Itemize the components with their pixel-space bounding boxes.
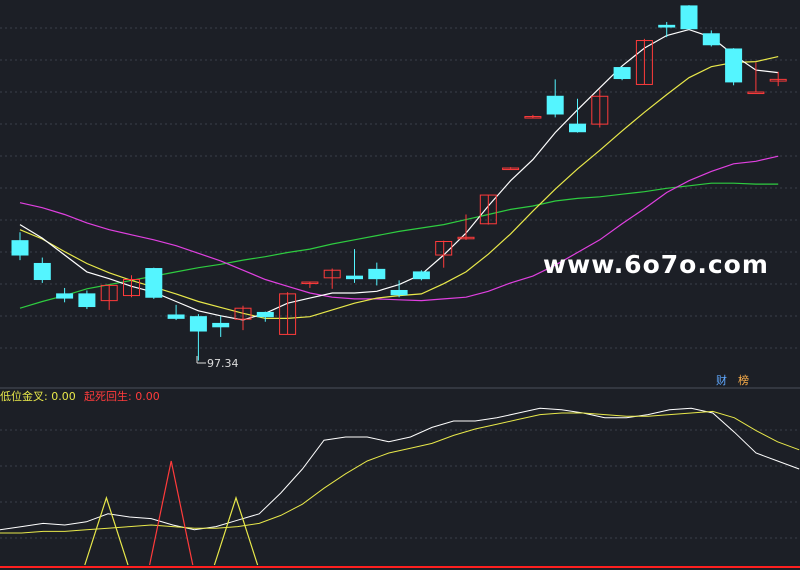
candle (591, 89, 609, 128)
candle-body (368, 268, 386, 280)
candle (78, 290, 96, 310)
candle-body (613, 67, 631, 80)
svg-text:起死回生: 0.00: 起死回生: 0.00 (84, 389, 160, 403)
candle (702, 30, 720, 47)
low-marker: 97.34 (196, 356, 239, 370)
signal-triangle (149, 460, 194, 566)
candle-body (569, 123, 586, 133)
candle (212, 315, 230, 337)
candle-body (680, 5, 698, 30)
candle-body (56, 293, 74, 299)
candle-body (702, 33, 720, 46)
candle (323, 268, 341, 289)
watermark-text: www.6o7o.com (543, 250, 769, 279)
indicator-lines (0, 407, 800, 534)
candle (613, 66, 631, 81)
candle (56, 287, 74, 303)
candle-body (145, 268, 163, 298)
signal-triangle (213, 495, 259, 566)
low-price-label: 97.34 (207, 357, 239, 370)
candle-body (256, 311, 274, 318)
candle (11, 232, 29, 261)
indicator-grid (0, 429, 800, 539)
candle-body (658, 24, 676, 28)
candle-body (189, 316, 207, 332)
svg-text:低位金叉: 0.00: 低位金叉: 0.00 (0, 389, 76, 403)
candle (346, 249, 363, 283)
candle (747, 62, 765, 95)
indicator-line-yellow (0, 410, 800, 534)
badge-cai[interactable]: 财 (716, 373, 727, 387)
candle-body (725, 48, 743, 83)
candle-body (167, 314, 185, 319)
candle (368, 262, 386, 286)
badge-bang[interactable]: 榜 (738, 373, 749, 387)
candle-body (33, 262, 51, 281)
candle (279, 292, 297, 335)
candle (769, 71, 787, 87)
candle (502, 167, 520, 171)
indicator-label1-value: 0.00 (51, 390, 76, 403)
candle-body (11, 240, 29, 256)
candle-body (78, 293, 96, 308)
candle (725, 48, 743, 86)
candle (412, 270, 430, 281)
candle-body (390, 289, 408, 296)
candle (189, 314, 207, 361)
indicator-label1-name: 低位金叉 (0, 389, 44, 403)
candle (546, 79, 564, 118)
candle (33, 257, 51, 283)
candle-body (412, 271, 430, 280)
candle-body (546, 95, 564, 115)
candle (524, 114, 542, 119)
signal-triangle (84, 495, 129, 566)
candle-body (212, 322, 230, 328)
candle (635, 38, 653, 85)
signal-triangles (84, 460, 259, 566)
candle (256, 311, 274, 322)
indicator-label2-value: 0.00 (135, 390, 160, 403)
indicator-legend: 低位金叉: 0.00 起死回生: 0.00 (0, 389, 160, 403)
candle (390, 280, 408, 298)
candles (11, 5, 787, 361)
candle (100, 284, 118, 310)
candle (658, 21, 676, 38)
candle (301, 281, 319, 288)
stock-chart: 97.34 www.6o7o.com 财 榜 低位金叉: 0.00 起死回生: … (0, 5, 800, 568)
candle (167, 304, 185, 321)
candle (680, 5, 698, 30)
candle-body (747, 91, 765, 95)
candle (435, 240, 453, 268)
candle (145, 267, 163, 299)
candle-body (346, 275, 363, 280)
indicator-label2-name: 起死回生 (84, 389, 128, 403)
indicator-line-white (0, 407, 800, 531)
